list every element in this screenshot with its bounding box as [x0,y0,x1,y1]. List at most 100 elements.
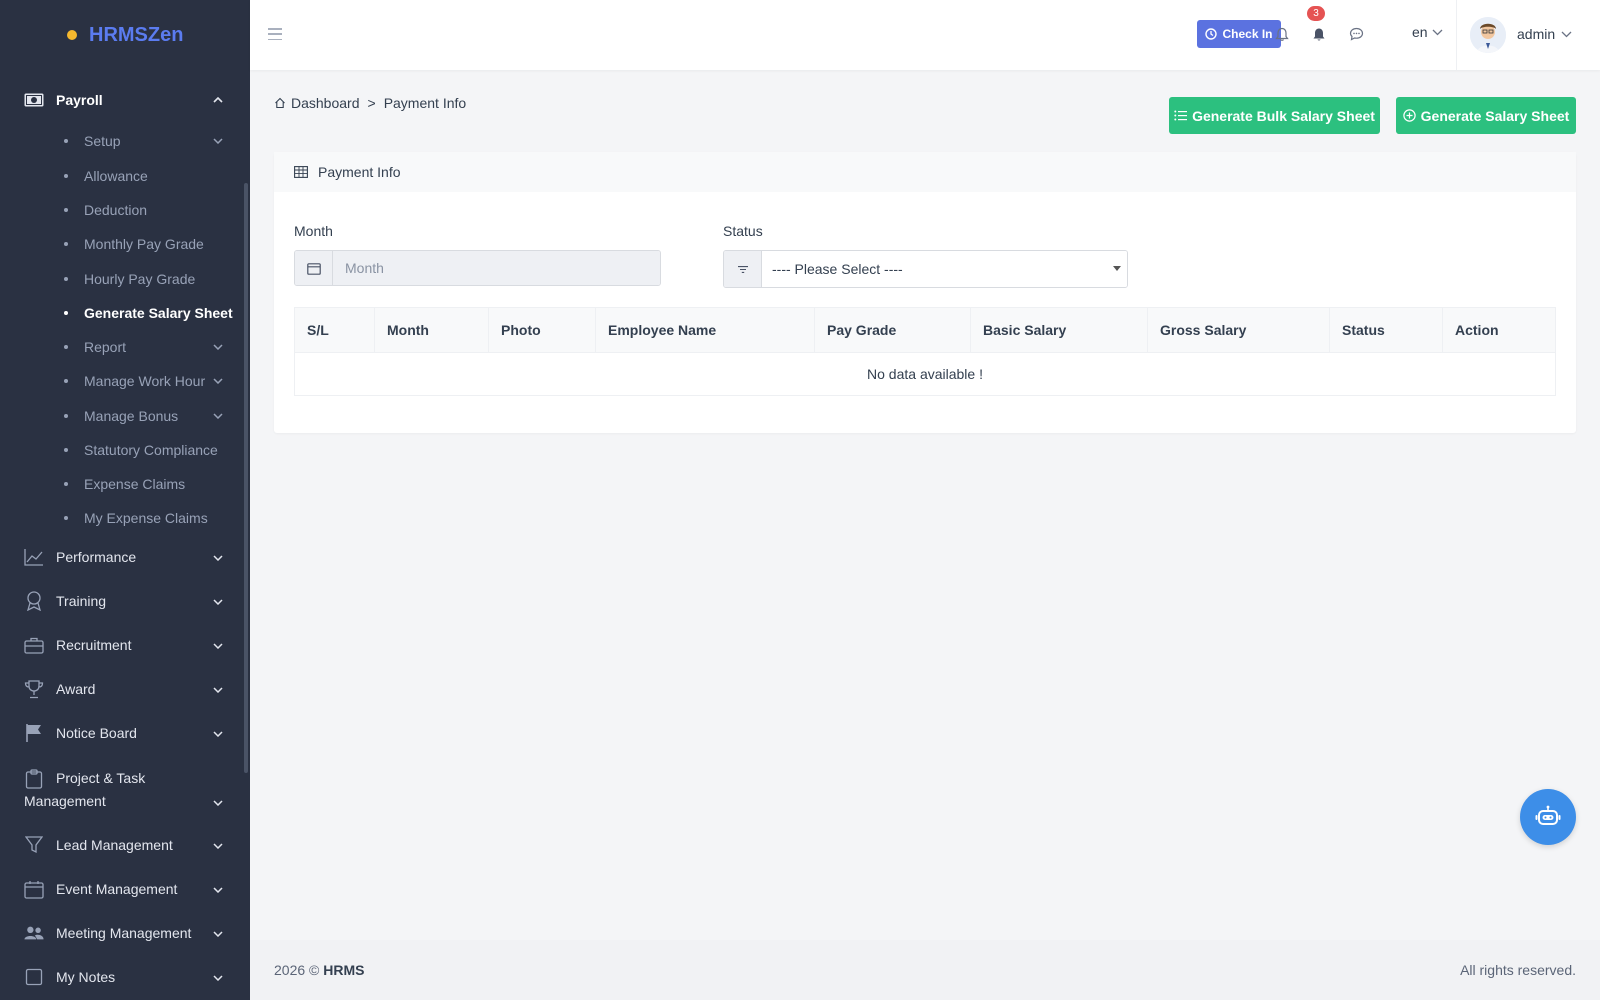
chevron-down-icon [212,552,224,564]
notification-bell-outline-icon[interactable] [1272,24,1292,44]
user-menu[interactable]: admin [1517,26,1572,42]
topbar-divider [1456,0,1457,70]
chart-line-icon [24,547,44,567]
month-field[interactable]: Month [294,250,661,286]
sidebar-item-label-line2: Management [24,793,106,809]
menu-toggle-icon[interactable] [268,26,282,42]
sidebar-subitem-label: My Expense Claims [84,510,208,526]
sidebar-subitem-label: Monthly Pay Grade [84,236,204,252]
sidebar-item-label: Recruitment [56,637,132,653]
sidebar-item-my-notes[interactable]: My Notes [0,964,250,990]
sidebar-subitem-hourly-pay-grade[interactable]: Hourly Pay Grade [0,262,250,296]
sidebar-item-event-management[interactable]: Event Management [0,876,250,902]
chevron-down-icon [212,972,224,984]
plus-circle-icon [1402,109,1416,122]
sidebar-item-label: Event Management [56,881,178,897]
table-icon [294,166,308,178]
column-header-pay-grade[interactable]: Pay Grade [814,307,971,353]
sidebar-subitem-manage-work-hour[interactable]: Manage Work Hour [0,364,250,398]
sidebar-subitem-expense-claims[interactable]: Expense Claims [0,467,250,501]
bullet-icon [64,208,68,212]
topbar: Check In 3 en admin [250,0,1600,70]
month-input[interactable]: Month [333,251,660,285]
avatar[interactable] [1470,17,1506,53]
check-in-label: Check In [1222,27,1273,41]
chat-icon[interactable] [1346,24,1366,44]
footer-year: 2026 © [274,962,320,978]
bullet-icon [64,277,68,281]
chevron-down-icon [212,840,224,852]
column-header-sl[interactable]: S/L [294,307,375,353]
chevron-up-icon [212,94,224,106]
caret-down-icon [1113,266,1121,271]
clipboard-icon [24,769,44,789]
bullet-icon [64,242,68,246]
status-label: Status [723,223,763,239]
sidebar-subitem-my-expense-claims[interactable]: My Expense Claims [0,501,250,535]
generate-salary-sheet-button[interactable]: Generate Salary Sheet [1396,97,1576,134]
sidebar-subitem-label: Manage Bonus [84,408,179,424]
generate-bulk-salary-sheet-button[interactable]: Generate Bulk Salary Sheet [1169,97,1380,134]
sidebar-subitem-generate-salary-sheet[interactable]: Generate Salary Sheet [0,296,250,330]
home-icon [275,97,285,109]
flag-icon [24,723,44,743]
bullet-icon [64,516,68,520]
column-header-month[interactable]: Month [374,307,489,353]
footer-org: HRMS [323,962,365,978]
sidebar-subitem-deduction[interactable]: Deduction [0,193,250,227]
chevron-down-icon [212,884,224,896]
sidebar-item-label: Award [56,681,96,697]
brand-logo[interactable]: HRMSZen [0,0,250,70]
chevron-down-icon [212,684,224,696]
sidebar-item-label: Notice Board [56,725,137,741]
chatbot-button[interactable] [1520,789,1576,845]
breadcrumb-current: Payment Info [383,95,467,111]
bullet-icon [64,311,68,315]
sidebar-subitem-allowance[interactable]: Allowance [0,159,250,193]
sidebar-item-performance[interactable]: Performance [0,544,250,570]
sidebar-item-label: Payroll [56,92,103,108]
column-header-employee-name[interactable]: Employee Name [595,307,815,353]
bell-icon[interactable] [1309,24,1329,44]
sidebar-item-lead-management[interactable]: Lead Management [0,832,250,858]
table-header-row: S/L Month Photo Employee Name Pay Grade … [294,307,1556,353]
sidebar-item-payroll[interactable]: Payroll [0,88,250,112]
status-select[interactable]: ---- Please Select ---- [723,250,1128,288]
briefcase-icon [24,635,44,655]
sidebar-subitem-label: Setup [84,133,121,149]
sidebar-subitem-monthly-pay-grade[interactable]: Monthly Pay Grade [0,227,250,261]
sidebar: HRMSZen Payroll Setup Allowance Deduction M… [0,0,250,1000]
sidebar-item-project-task[interactable]: Project & Task Management [0,766,250,824]
sidebar-subitem-setup[interactable]: Setup [0,124,250,158]
column-header-action[interactable]: Action [1442,307,1556,353]
sidebar-item-award[interactable]: Award [0,676,250,702]
status-select-value[interactable]: ---- Please Select ---- [762,251,1127,287]
sidebar-subitem-report[interactable]: Report [0,330,250,364]
sidebar-subitem-label: Report [84,339,127,355]
list-icon [1174,110,1188,121]
sidebar-item-recruitment[interactable]: Recruitment [0,632,250,658]
bullet-icon [64,414,68,418]
sidebar-subitem-label: Allowance [84,168,148,184]
sidebar-item-label: My Notes [56,969,116,985]
sidebar-subitem-manage-bonus[interactable]: Manage Bonus [0,399,250,433]
language-selector[interactable]: en [1412,24,1443,40]
column-header-basic-salary[interactable]: Basic Salary [970,307,1148,353]
check-in-button[interactable]: Check In [1197,20,1281,48]
sidebar-subitem-label: Expense Claims [84,476,186,492]
column-header-status[interactable]: Status [1329,307,1443,353]
bullet-icon [64,482,68,486]
chevron-down-icon [212,640,224,652]
sidebar-subitem-statutory-compliance[interactable]: Statutory Compliance [0,433,250,467]
sidebar-item-meeting-management[interactable]: Meeting Management [0,920,250,946]
month-label: Month [294,223,333,239]
language-label: en [1412,24,1428,40]
bullet-icon [64,379,68,383]
sidebar-item-training[interactable]: Training [0,588,250,614]
sidebar-item-notice-board[interactable]: Notice Board [0,720,250,746]
column-header-photo[interactable]: Photo [488,307,596,353]
column-header-gross-salary[interactable]: Gross Salary [1147,307,1330,353]
breadcrumb-home[interactable]: Dashboard [274,95,360,111]
table-row: No data available ! [294,352,1556,396]
funnel-icon [24,835,44,855]
